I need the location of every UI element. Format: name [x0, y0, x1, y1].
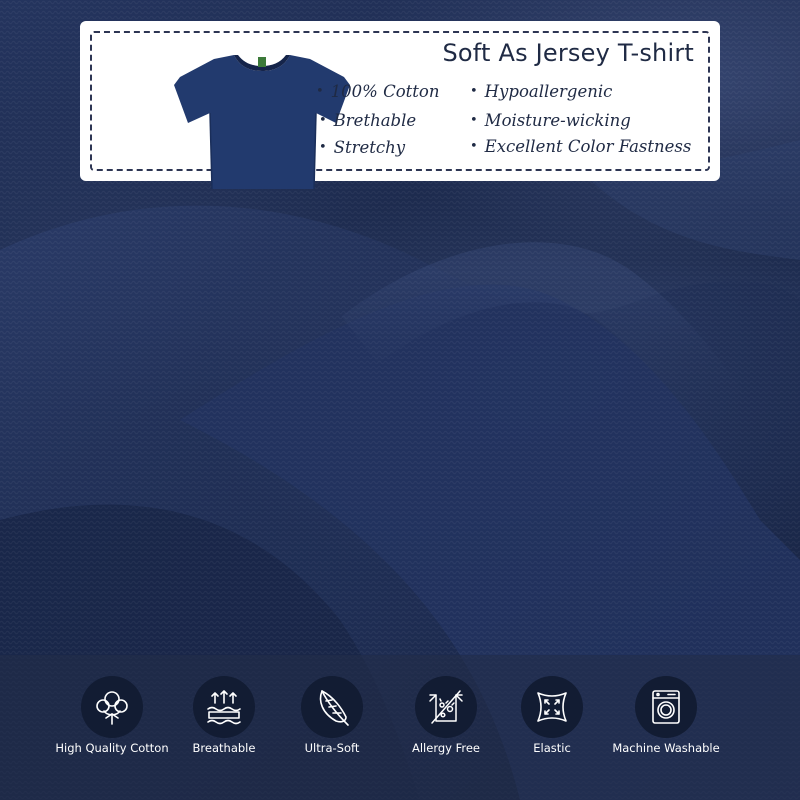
allergy-free-icon	[429, 690, 463, 724]
product-info-card: Soft As Jersey T-shirt 100% Cotton Breth…	[80, 21, 720, 190]
icon-badge	[415, 676, 477, 738]
feature-left-1: 100% Cotton	[316, 82, 440, 101]
feature-left-2: Brethable	[319, 111, 416, 130]
card-title: Soft As Jersey T-shirt	[442, 39, 694, 67]
icon-badge	[193, 676, 255, 738]
breathable-layers-icon	[207, 690, 241, 725]
feature-right-1: Hypoallergenic	[470, 82, 613, 101]
cotton-flower-icon	[96, 691, 128, 725]
product-image: Soft As Jersey T-shirt 100% Cotton Breth…	[0, 0, 800, 800]
icon-badge	[521, 676, 583, 738]
icon-badge	[81, 676, 143, 738]
icon-badge	[635, 676, 697, 738]
feature-right-3: Excellent Color Fastness	[470, 137, 692, 156]
feature-right-2: Moisture-wicking	[470, 111, 631, 130]
feature-left-3: Stretchy	[319, 138, 405, 157]
icon-badge	[301, 676, 363, 738]
elastic-stretch-icon	[537, 692, 567, 722]
feature-machine-washable: Machine Washable	[596, 676, 736, 766]
washing-machine-icon	[652, 690, 680, 724]
feather-icon	[319, 690, 349, 726]
icon-label: Machine Washable	[612, 741, 720, 755]
